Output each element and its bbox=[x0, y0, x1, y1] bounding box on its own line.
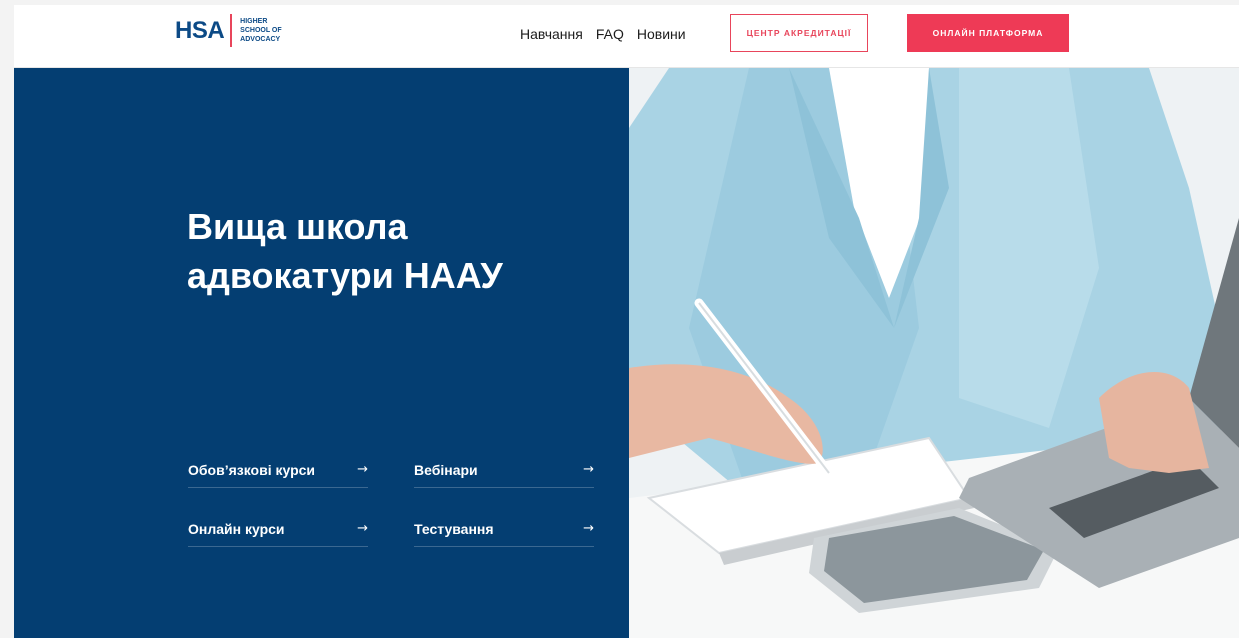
arrow-right-icon: → bbox=[583, 521, 594, 536]
logo[interactable]: HSA HIGHER SCHOOL OF ADVOCACY bbox=[175, 14, 300, 47]
logo-subtitle: HIGHER SCHOOL OF ADVOCACY bbox=[240, 18, 282, 43]
online-platform-button[interactable]: ОНЛАЙН ПЛАТФОРМА bbox=[907, 14, 1069, 52]
site-header: HSA HIGHER SCHOOL OF ADVOCACY Навчання F… bbox=[14, 5, 1239, 68]
nav-item-faq[interactable]: FAQ bbox=[596, 26, 624, 42]
main-nav: Навчання FAQ Новини bbox=[520, 26, 686, 42]
link-label: Вебінари bbox=[414, 461, 478, 478]
arrow-right-icon: → bbox=[357, 462, 368, 477]
hero-panel: Вища школа адвокатури НААУ Обов’язкові к… bbox=[14, 68, 629, 638]
hero-photo bbox=[629, 68, 1239, 638]
link-webinars[interactable]: Вебінари → bbox=[414, 452, 594, 488]
accreditation-center-button[interactable]: ЦЕНТР АКРЕДИТАЦІЇ bbox=[730, 14, 868, 52]
link-online-courses[interactable]: Онлайн курси → bbox=[188, 511, 368, 547]
woman-writing-illustration bbox=[629, 68, 1239, 638]
nav-item-news[interactable]: Новини bbox=[637, 26, 686, 42]
page-frame: HSA HIGHER SCHOOL OF ADVOCACY Навчання F… bbox=[14, 5, 1239, 638]
link-label: Онлайн курси bbox=[188, 520, 285, 537]
logo-divider bbox=[230, 14, 233, 47]
link-label: Тестування bbox=[414, 520, 494, 537]
nav-item-education[interactable]: Навчання bbox=[520, 26, 583, 42]
logo-wordmark: HSA bbox=[175, 16, 225, 44]
hero-title: Вища школа адвокатури НААУ bbox=[187, 206, 503, 296]
arrow-right-icon: → bbox=[583, 462, 594, 477]
arrow-right-icon: → bbox=[357, 521, 368, 536]
link-label: Обов’язкові курси bbox=[188, 461, 316, 478]
link-testing[interactable]: Тестування → bbox=[414, 511, 594, 547]
link-mandatory-courses[interactable]: Обов’язкові курси → bbox=[188, 452, 368, 488]
